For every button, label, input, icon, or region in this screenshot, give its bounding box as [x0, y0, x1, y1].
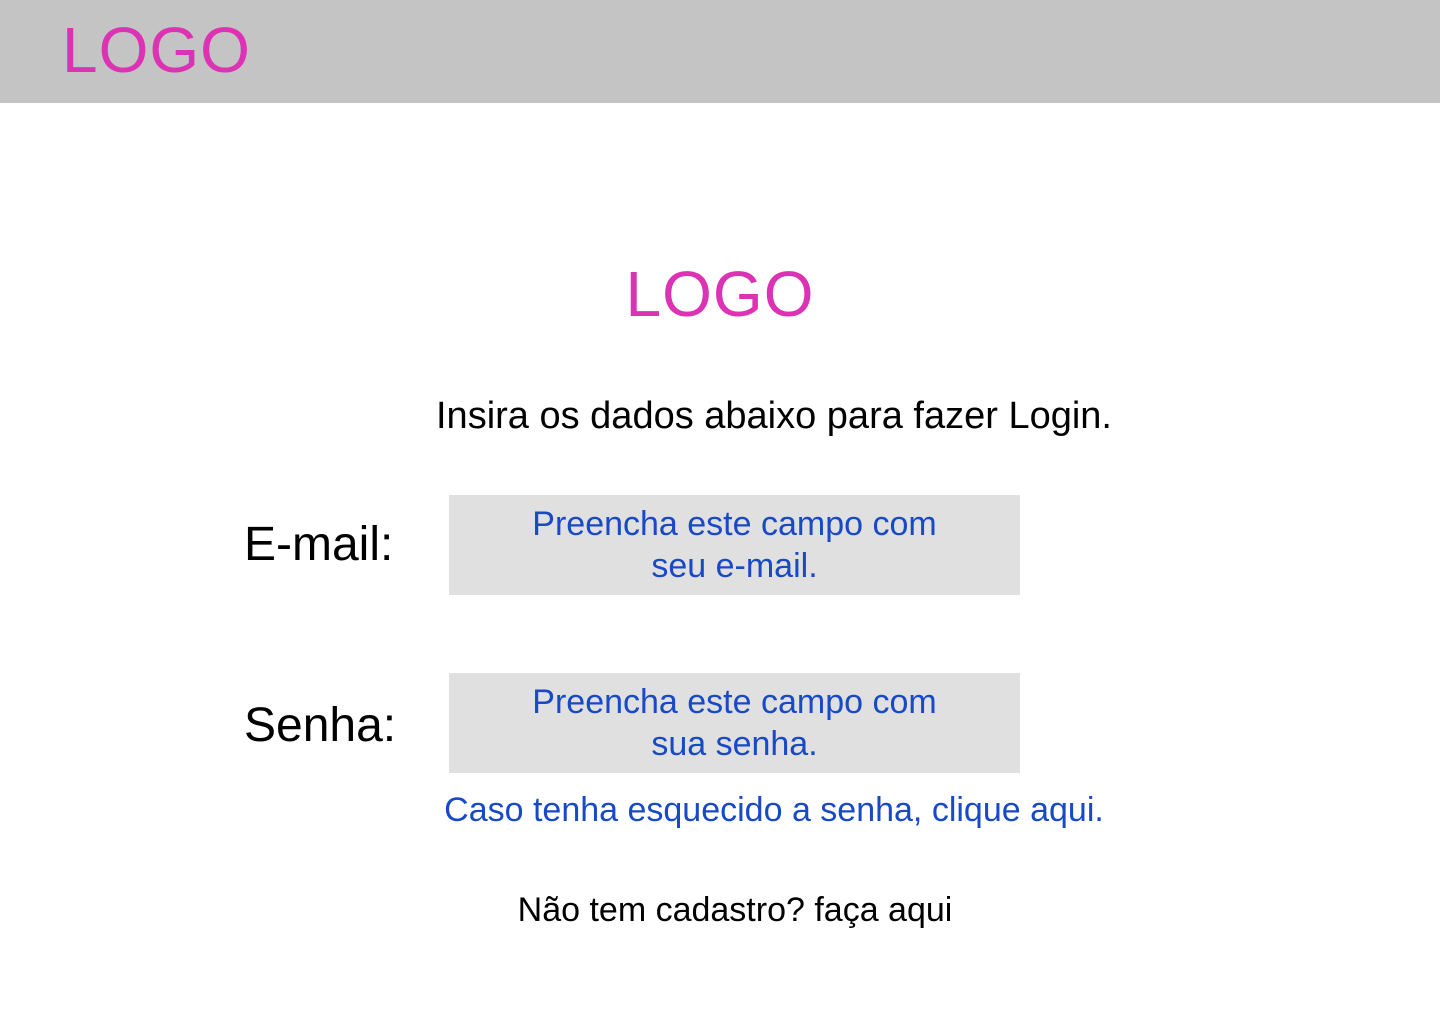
login-instructions: Insira os dados abaixo para fazer Login.: [436, 395, 1112, 437]
email-field[interactable]: Preencha este campo com seu e-mail.: [449, 495, 1020, 595]
main-logo: LOGO: [625, 258, 815, 330]
password-label: Senha:: [244, 699, 397, 752]
top-header-bar: LOGO: [0, 0, 1440, 103]
password-placeholder: Preencha este campo com sua senha.: [532, 683, 937, 763]
password-field[interactable]: Preencha este campo com sua senha.: [449, 673, 1020, 773]
header-logo[interactable]: LOGO: [62, 14, 251, 86]
email-placeholder: Preencha este campo com seu e-mail.: [532, 505, 937, 585]
signup-link[interactable]: Não tem cadastro? faça aqui: [0, 888, 1440, 932]
login-page: LOGO LOGO Insira os dados abaixo para fa…: [0, 0, 1440, 1024]
forgot-password-link[interactable]: Caso tenha esquecido a senha, clique aqu…: [0, 788, 1440, 832]
email-label: E-mail:: [244, 518, 394, 571]
